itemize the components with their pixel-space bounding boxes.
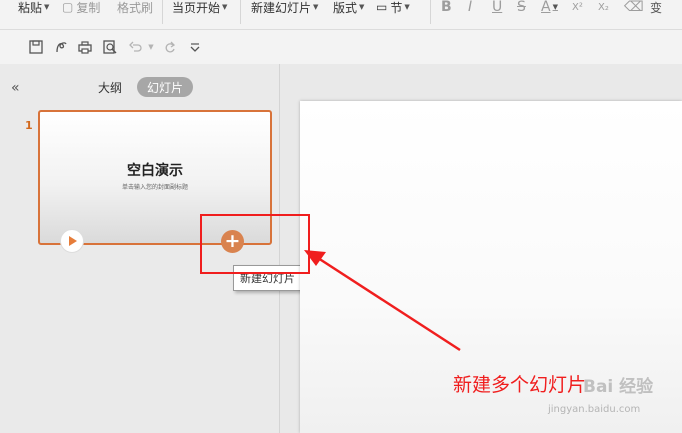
- superscript-icon: X²: [572, 1, 583, 13]
- strikethrough-button[interactable]: S: [517, 0, 526, 18]
- play-slide-button[interactable]: [60, 229, 84, 253]
- more-label: 变: [650, 0, 663, 15]
- play-from-current-label: 当页开始: [172, 0, 221, 15]
- layout-label: 版式: [333, 0, 358, 15]
- chevron-down-icon: ▼: [222, 3, 228, 11]
- subscript-button[interactable]: X₂: [598, 0, 609, 18]
- slide-subtitle: 单击输入您的封面副标题: [121, 184, 188, 191]
- chevron-down-icon: ▼: [359, 3, 365, 11]
- watermark-logo: Bai 经验: [583, 377, 654, 397]
- section-icon: ▭: [376, 0, 388, 14]
- undo-dropdown-icon[interactable]: ▼: [143, 39, 159, 55]
- italic-icon: I: [468, 0, 473, 15]
- bold-button[interactable]: B: [441, 0, 452, 18]
- app-window: 粘贴 ▼ ▢ 复制 格式刷 当页开始 ▼ 新建幻灯片 ▼ 版式 ▼ ▭ 节 ▼ B I U S…: [0, 0, 682, 433]
- chevron-down-icon: ▼: [404, 3, 410, 11]
- clear-format-button[interactable]: ⌫: [624, 0, 644, 18]
- divider: [240, 0, 241, 24]
- play-from-current-button[interactable]: 当页开始 ▼: [172, 0, 227, 18]
- divider: [162, 0, 163, 24]
- font-color-button[interactable]: A ▼: [541, 0, 558, 18]
- paste-button[interactable]: 粘贴 ▼: [18, 0, 49, 18]
- customize-toolbar-icon[interactable]: [187, 39, 203, 55]
- section-button[interactable]: ▭ 节 ▼: [376, 0, 410, 18]
- new-slide-label: 新建幻灯片: [251, 0, 312, 15]
- slide-number: 1: [25, 119, 33, 132]
- redo-icon[interactable]: [162, 39, 178, 55]
- play-icon: [69, 236, 77, 246]
- print-preview-icon[interactable]: [102, 39, 118, 55]
- underline-button[interactable]: U: [492, 0, 502, 18]
- annotation-callout: 新建多个幻灯片: [453, 374, 587, 396]
- chevron-down-icon: ▼: [44, 3, 50, 11]
- watermark-url: jingyan.baidu.com: [548, 404, 641, 415]
- new-slide-button[interactable]: 新建幻灯片 ▼: [251, 0, 318, 18]
- divider: [430, 0, 431, 24]
- chevron-down-icon: ▼: [552, 3, 558, 11]
- export-pdf-icon[interactable]: [53, 39, 69, 55]
- ribbon-toolbar: 粘贴 ▼ ▢ 复制 格式刷 当页开始 ▼ 新建幻灯片 ▼ 版式 ▼ ▭ 节 ▼ B I U S…: [0, 0, 682, 30]
- copy-button[interactable]: ▢ 复制: [62, 0, 100, 18]
- bold-icon: B: [441, 0, 452, 15]
- save-icon[interactable]: [28, 39, 44, 55]
- more-button[interactable]: 变: [650, 0, 662, 18]
- font-color-icon: A: [541, 0, 551, 15]
- collapse-panel-icon[interactable]: «: [11, 80, 20, 96]
- tab-slides[interactable]: 幻灯片: [137, 77, 193, 97]
- copy-icon: ▢: [62, 0, 74, 14]
- copy-label: 复制: [76, 0, 101, 15]
- paste-label: 粘贴: [18, 0, 43, 15]
- layout-button[interactable]: 版式 ▼: [333, 0, 364, 18]
- chevron-down-icon: ▼: [313, 3, 319, 11]
- eraser-icon: ⌫: [624, 0, 644, 15]
- format-painter-button[interactable]: 格式刷: [117, 0, 153, 18]
- strikethrough-icon: S: [517, 0, 526, 15]
- tab-outline[interactable]: 大纲: [98, 79, 122, 96]
- slide-title: 空白演示: [127, 163, 183, 179]
- section-label: 节: [390, 0, 403, 15]
- superscript-button[interactable]: X²: [572, 0, 583, 18]
- subscript-icon: X₂: [598, 1, 609, 13]
- underline-icon: U: [492, 0, 503, 15]
- undo-icon[interactable]: [128, 39, 144, 55]
- print-icon[interactable]: [77, 39, 93, 55]
- quick-access-toolbar: ▼: [0, 30, 682, 64]
- highlight-box: [200, 214, 310, 274]
- italic-button[interactable]: I: [468, 0, 472, 18]
- format-painter-label: 格式刷: [117, 0, 154, 15]
